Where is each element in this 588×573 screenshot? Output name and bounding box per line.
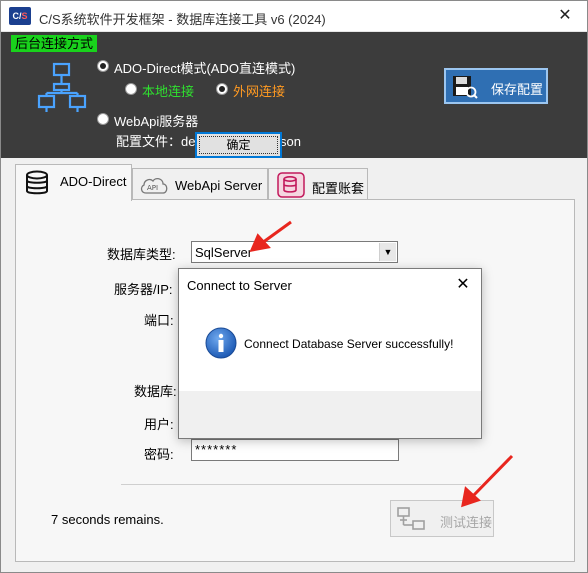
local-connection-radio[interactable] [125, 83, 137, 95]
tab-strip: ADO-Direct API WebApi Server 配置账套 [15, 164, 575, 201]
countdown-status: 7 seconds remains. [51, 512, 164, 527]
app-logo-icon: C/S [9, 7, 31, 25]
ado-direct-radio[interactable] [97, 60, 109, 72]
connection-mode-panel: 后台连接方式 ADO-Direct模式(ADO直连模式) 本地连接 外网连接 W… [1, 32, 587, 158]
db-type-select[interactable]: SqlServer ▼ [191, 241, 398, 263]
tab-account-config-label: 配置账套 [312, 181, 365, 196]
title-bar: C/S C/S系统软件开发框架 - 数据库连接工具 v6 (2024) ✕ [1, 1, 587, 32]
test-connection-button[interactable]: 测试连接 [390, 500, 494, 537]
tab-ado-direct[interactable]: ADO-Direct [15, 164, 132, 201]
webapi-label[interactable]: WebApi服务器 [114, 111, 198, 130]
tab-account-config[interactable]: 配置账套 [268, 168, 368, 200]
dialog-close-button[interactable]: ✕ [453, 274, 473, 294]
save-config-icon [453, 76, 478, 99]
info-icon [205, 327, 237, 359]
tab-ado-direct-label: ADO-Direct [60, 174, 127, 189]
database-label: 数据库: [134, 384, 177, 399]
save-config-label: 保存配置 [491, 82, 544, 97]
dialog-message: Connect Database Server successfully! [244, 337, 454, 351]
webapi-radio[interactable] [97, 113, 109, 125]
svg-text:API: API [147, 184, 158, 192]
database-icon [26, 170, 48, 195]
connect-dialog: Connect to Server ✕ Connect Database Ser… [178, 268, 482, 439]
save-config-button[interactable]: 保存配置 [444, 68, 548, 104]
port-label: 端口: [144, 313, 174, 328]
window-close-button[interactable]: ✕ [553, 5, 577, 27]
test-connection-label: 测试连接 [440, 515, 493, 530]
local-connection-label[interactable]: 本地连接 [142, 81, 194, 100]
ok-button[interactable]: 确定 [195, 132, 282, 158]
database-settings-icon [277, 172, 305, 198]
password-value: ******* [195, 442, 238, 457]
dialog-title: Connect to Server [187, 278, 292, 293]
internet-connection-radio[interactable] [216, 83, 228, 95]
ado-direct-label[interactable]: ADO-Direct模式(ADO直连模式) [114, 58, 295, 77]
tab-webapi-server[interactable]: API WebApi Server [132, 168, 268, 200]
internet-connection-label[interactable]: 外网连接 [233, 81, 285, 100]
db-type-value: SqlServer [195, 245, 253, 260]
password-label: 密码: [144, 447, 174, 462]
connection-mode-group-label: 后台连接方式 [11, 35, 98, 52]
test-connection-icon [397, 507, 425, 530]
server-label: 服务器/IP: [114, 282, 173, 297]
chevron-down-icon[interactable]: ▼ [379, 243, 396, 261]
tab-webapi-server-label: WebApi Server [175, 178, 263, 193]
api-cloud-icon: API [140, 177, 168, 194]
window-title: C/S系统软件开发框架 - 数据库连接工具 v6 (2024) [39, 12, 326, 27]
form-divider [121, 484, 481, 485]
dialog-footer [179, 391, 481, 438]
db-type-label: 数据库类型: [107, 247, 176, 262]
password-field[interactable]: ******* [191, 439, 399, 461]
network-topology-icon [37, 62, 87, 112]
user-label: 用户: [144, 417, 174, 432]
